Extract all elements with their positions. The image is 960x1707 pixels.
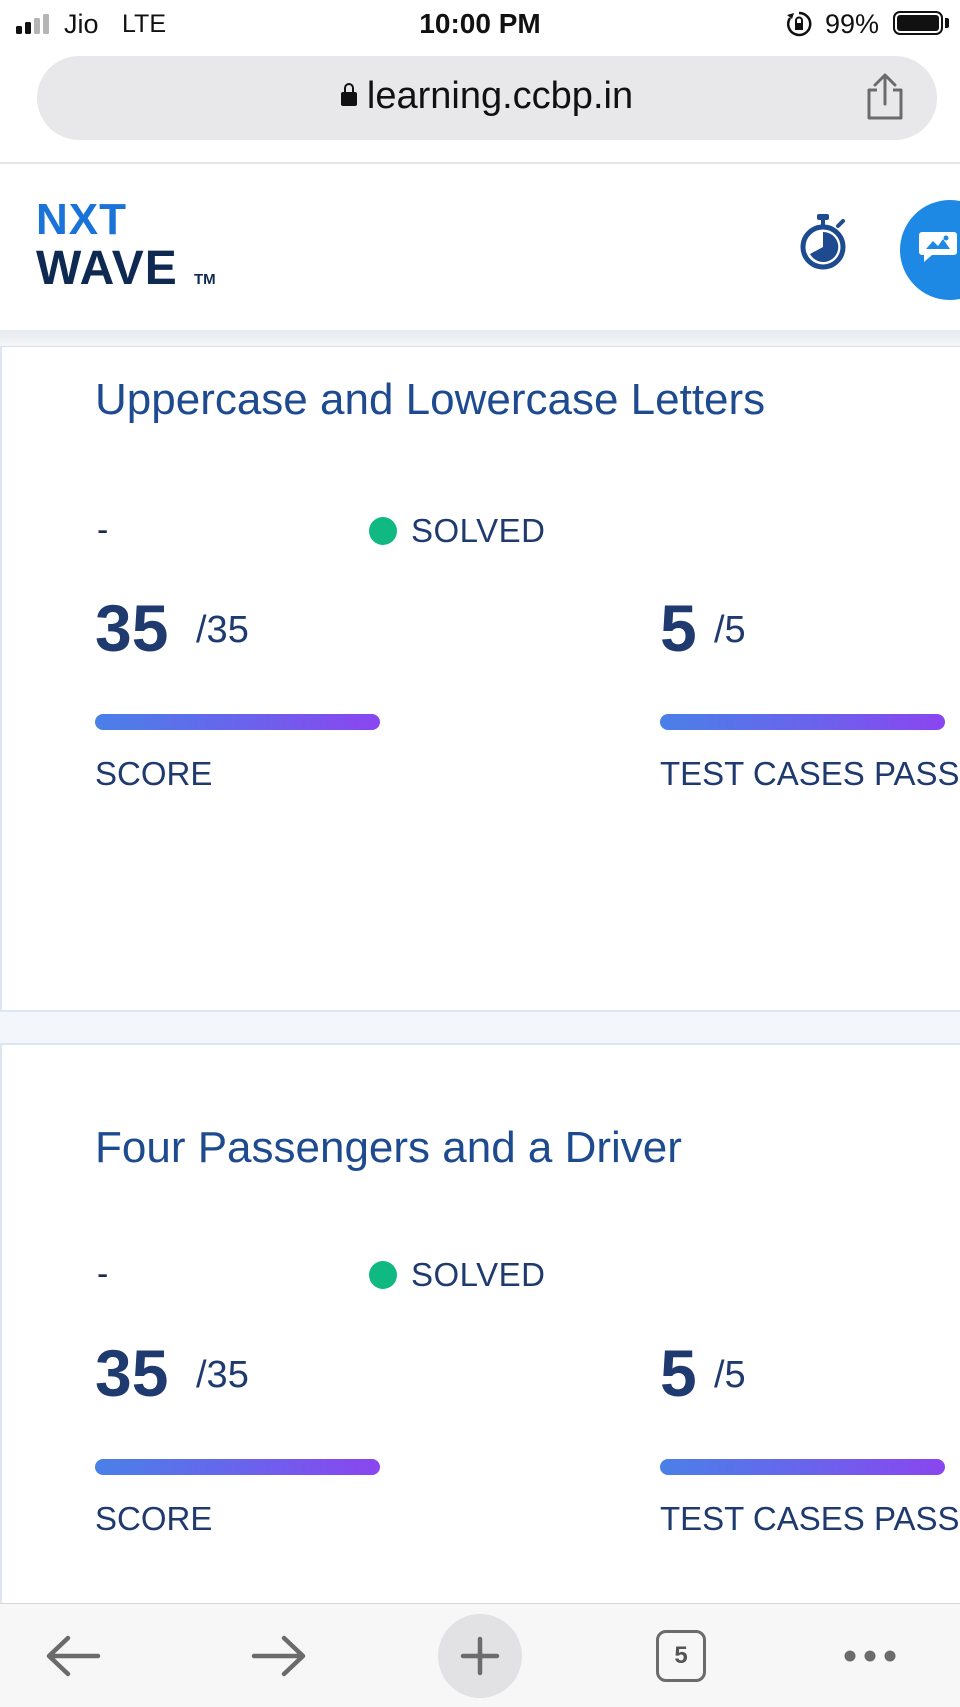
url-text: learning.ccbp.in [366,75,634,117]
share-icon[interactable] [863,72,907,122]
forward-icon[interactable] [250,1634,308,1678]
test-cases-value: 5 [660,591,697,665]
nxtwave-logo[interactable]: NXT WAVE TM [36,194,236,294]
tabs-icon[interactable]: 5 [656,1630,706,1682]
lock-icon [340,83,357,106]
score-progress-bar [95,1459,380,1475]
test-cases-progress-bar [660,714,945,730]
test-cases-max: /5 [714,609,746,651]
problem-card[interactable]: Four Passengers and a Driver - SOLVED 35… [0,1043,960,1623]
placeholder-dash: - [97,1255,109,1293]
score-value: 35 [95,591,169,665]
solved-status-dot [369,517,397,545]
test-cases-value: 5 [660,1336,697,1410]
score-max: /35 [196,1354,249,1396]
test-cases-label: TEST CASES PASS [660,755,960,792]
problem-card[interactable]: Uppercase and Lowercase Letters - SOLVED… [0,346,960,1012]
header-shadow [0,330,960,346]
score-progress-bar [95,714,380,730]
app-header: NXT WAVE TM [0,164,960,332]
status-bar: Jio LTE 10:00 PM 99% [0,0,960,50]
battery-percent: 99% [825,9,880,39]
address-bar[interactable]: learning.ccbp.in [37,56,937,140]
score-value: 35 [95,1336,169,1410]
battery-tip [945,18,949,28]
score-max: /35 [196,609,249,651]
test-cases-progress-bar [660,1459,945,1475]
back-icon[interactable] [44,1634,102,1678]
score-label: SCORE [95,755,213,792]
solved-status-dot [369,1261,397,1289]
browser-toolbar: 5 [0,1603,960,1707]
test-cases-max: /5 [714,1354,746,1396]
problem-title[interactable]: Uppercase and Lowercase Letters [95,375,765,425]
problem-title[interactable]: Four Passengers and a Driver [95,1123,682,1173]
more-icon[interactable] [842,1648,898,1664]
chat-icon [919,232,957,262]
plus-icon [460,1636,500,1676]
svg-text:TM: TM [194,271,216,288]
placeholder-dash: - [97,511,109,549]
svg-text:WAVE: WAVE [36,242,178,294]
status-label: SOLVED [411,1256,546,1293]
status-label: SOLVED [411,512,546,549]
svg-text:NXT: NXT [36,195,127,244]
clock: 10:00 PM [419,8,541,39]
card-separator [0,1012,960,1043]
timer-icon[interactable] [798,212,848,270]
orientation-lock-icon [787,11,812,37]
battery-icon [893,11,943,35]
test-cases-label: TEST CASES PASS [660,1500,960,1537]
score-label: SCORE [95,1500,213,1537]
